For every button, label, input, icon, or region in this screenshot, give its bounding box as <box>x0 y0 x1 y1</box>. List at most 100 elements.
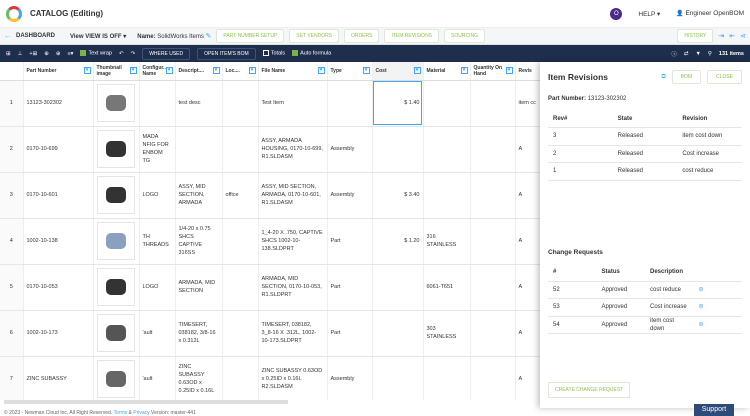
create-change-request-button[interactable]: CREATE CHANGE REQUEST <box>548 382 631 398</box>
cell-quantity[interactable] <box>470 218 516 265</box>
history-button[interactable]: HISTORY <box>677 29 714 43</box>
cell-type[interactable]: Part <box>327 218 373 265</box>
cell-part-number[interactable]: 1002-10-138 <box>23 218 94 265</box>
open-items-bom-button[interactable]: OPEN ITEM'S BOM <box>197 47 256 60</box>
cell-thumbnail[interactable] <box>93 356 140 400</box>
cell-row-number[interactable]: 7 <box>0 356 24 400</box>
cell-quantity[interactable] <box>470 126 516 173</box>
cell-thumbnail[interactable] <box>93 310 140 357</box>
table-row[interactable]: 1 13123-302302 test desc Test Item $ 1.40 ite… <box>0 80 540 127</box>
cell-row-number[interactable]: 6 <box>0 310 24 357</box>
align-menu-icon[interactable]: ≡▾ <box>67 51 73 57</box>
filter-icon[interactable]: ▾ <box>460 67 468 74</box>
cell-part-number[interactable]: 0170-10-699 <box>23 126 94 173</box>
totals-checkbox[interactable]: Totals <box>262 50 285 57</box>
open-external-icon[interactable]: ⧉ <box>661 74 665 81</box>
column-header-thumbnail[interactable]: Thumbnail image ▾ <box>93 62 140 81</box>
filter-icon[interactable]: ▾ <box>317 67 325 74</box>
text-wrap-checkbox[interactable]: Text wrap <box>80 50 112 57</box>
cell-material[interactable]: 316 STAINLESS <box>423 218 471 265</box>
cell-description[interactable]: test desc <box>175 80 223 127</box>
column-header-type[interactable]: Type ▾ <box>327 62 373 81</box>
hierarchy-icon[interactable]: ⊥ <box>18 51 23 57</box>
cell-description[interactable]: 1/4-20 x 0.75 SHCS CAPTIVE 316SS <box>175 218 223 265</box>
bom-button[interactable]: BOM <box>671 70 702 84</box>
cell-description[interactable]: ASSY, MID SECTION, ARMADA <box>175 172 223 219</box>
cell-quantity[interactable] <box>470 172 516 219</box>
help-menu[interactable]: HELP ▾ <box>638 10 660 18</box>
cell-revision[interactable]: A <box>515 310 540 357</box>
column-header-row-number[interactable] <box>0 62 24 81</box>
export-icon[interactable]: ⇤ <box>729 32 735 40</box>
cell-file-name[interactable]: TIMESERT, 038182, 3_8-16 X .312L, 1002-1… <box>258 310 328 357</box>
cell-thumbnail[interactable] <box>93 126 140 173</box>
redo-icon[interactable]: ↷ <box>131 51 136 57</box>
tab-part-number-setup[interactable]: PART NUMBER SETUP <box>216 29 285 43</box>
tab-set-vendors[interactable]: SET VENDORS <box>289 29 340 43</box>
table-row[interactable]: 2 0170-10-699 MADA NFIG FOR ENBOM TG ASSY, … <box>0 126 540 173</box>
list-item[interactable]: 52 Approved cost reduce ⊜ <box>548 281 742 299</box>
tab-item-revisions[interactable]: ITEM REVISIONS <box>384 29 440 43</box>
cell-revision[interactable]: A <box>515 356 540 400</box>
filter-icon[interactable]: ▾ <box>248 67 256 74</box>
cell-location[interactable] <box>222 356 259 400</box>
cell-row-number[interactable]: 2 <box>0 126 24 173</box>
column-header-cost[interactable]: Cost ▾ <box>372 62 424 81</box>
tab-orders[interactable]: ORDERS <box>344 29 380 43</box>
cell-quantity[interactable] <box>470 356 516 400</box>
filter-icon[interactable]: ▾ <box>83 67 91 74</box>
list-item[interactable]: 1 Released cost reduce <box>548 162 742 181</box>
cell-cost[interactable] <box>372 356 424 400</box>
cell-file-name[interactable]: ASSY, MID SECTION, ARMADA, 0170-10-601, … <box>258 172 328 219</box>
table-row[interactable]: 5 0170-10-053 LOGO ARMADA, MID SECTION ARMAD… <box>0 264 540 311</box>
cell-cost[interactable]: $ 1.40 <box>372 80 424 127</box>
horizontal-scrollbar[interactable] <box>4 400 288 404</box>
cell-cost[interactable]: $ 3.40 <box>372 172 424 219</box>
list-item[interactable]: 53 Approved Cost increase ⊜ <box>548 298 742 317</box>
cell-part-number[interactable]: 1002-10-173 <box>23 310 94 357</box>
add-column-icon[interactable]: +⊞ <box>29 51 37 57</box>
filter-icon[interactable]: ▾ <box>362 67 370 74</box>
cell-location[interactable] <box>222 310 259 357</box>
filter-icon[interactable]: ▾ <box>129 67 137 74</box>
cell-config-name[interactable]: TH THREADS <box>139 218 176 265</box>
cell-quantity[interactable] <box>470 310 516 357</box>
privacy-link[interactable]: Privacy <box>133 410 149 416</box>
cell-material[interactable] <box>423 356 471 400</box>
cell-type[interactable]: Part <box>327 264 373 311</box>
view-change-icon[interactable]: ⊜ <box>693 316 742 334</box>
cell-file-name[interactable]: 1_4-20 X .750, CAPTIVE SHCS 1002-10-138.… <box>258 218 328 265</box>
cell-row-number[interactable]: 4 <box>0 218 24 265</box>
cell-row-number[interactable]: 1 <box>0 80 24 127</box>
close-button[interactable]: CLOSE <box>707 70 742 84</box>
column-header-file-name[interactable]: File Name ▾ <box>258 62 328 81</box>
back-arrow-icon[interactable]: ← <box>4 33 11 40</box>
cell-revision[interactable]: A <box>515 172 540 219</box>
column-header-config-name[interactable]: Configur... Name ▾ <box>139 62 176 81</box>
table-row[interactable]: 6 1002-10-173 'ault TIMESERT, 038182, 3/8-1… <box>0 310 540 357</box>
cell-description[interactable]: TIMESERT, 038182, 3/8-16 x 0.312L <box>175 310 223 357</box>
filter-icon[interactable]: ▾ <box>505 67 513 74</box>
column-header-revision[interactable]: Revis <box>515 62 540 81</box>
auto-formula-checkbox[interactable]: Auto formula <box>292 50 331 57</box>
cell-thumbnail[interactable] <box>93 218 140 265</box>
table-row[interactable]: 4 1002-10-138 TH THREADS 1/4-20 x 0.75 SHCS… <box>0 218 540 265</box>
terms-link[interactable]: Terms <box>114 410 128 416</box>
cell-description[interactable]: ARMADA, MID SECTION <box>175 264 223 311</box>
cell-location[interactable] <box>222 80 259 127</box>
cell-type[interactable]: Assembly <box>327 126 373 173</box>
cell-config-name[interactable]: LOGO <box>139 264 176 311</box>
cell-part-number[interactable]: 0170-10-053 <box>23 264 94 311</box>
support-button[interactable]: Support <box>694 404 734 416</box>
cell-row-number[interactable]: 5 <box>0 264 24 311</box>
cell-config-name[interactable]: 'ault <box>139 310 176 357</box>
add-row-icon[interactable]: ⊞ <box>6 51 11 57</box>
undo-icon[interactable]: ↶ <box>119 51 124 57</box>
cell-quantity[interactable] <box>470 80 516 127</box>
view-dropdown[interactable]: View VIEW IS OFF ▾ <box>70 33 126 40</box>
user-menu[interactable]: Engineer OpenBOM <box>685 10 744 17</box>
cell-cost[interactable] <box>372 126 424 173</box>
column-header-material[interactable]: Material ▾ <box>423 62 471 81</box>
column-header-description[interactable]: Descript.... ▾ <box>175 62 223 81</box>
filter-icon[interactable]: ▾ <box>413 67 421 74</box>
